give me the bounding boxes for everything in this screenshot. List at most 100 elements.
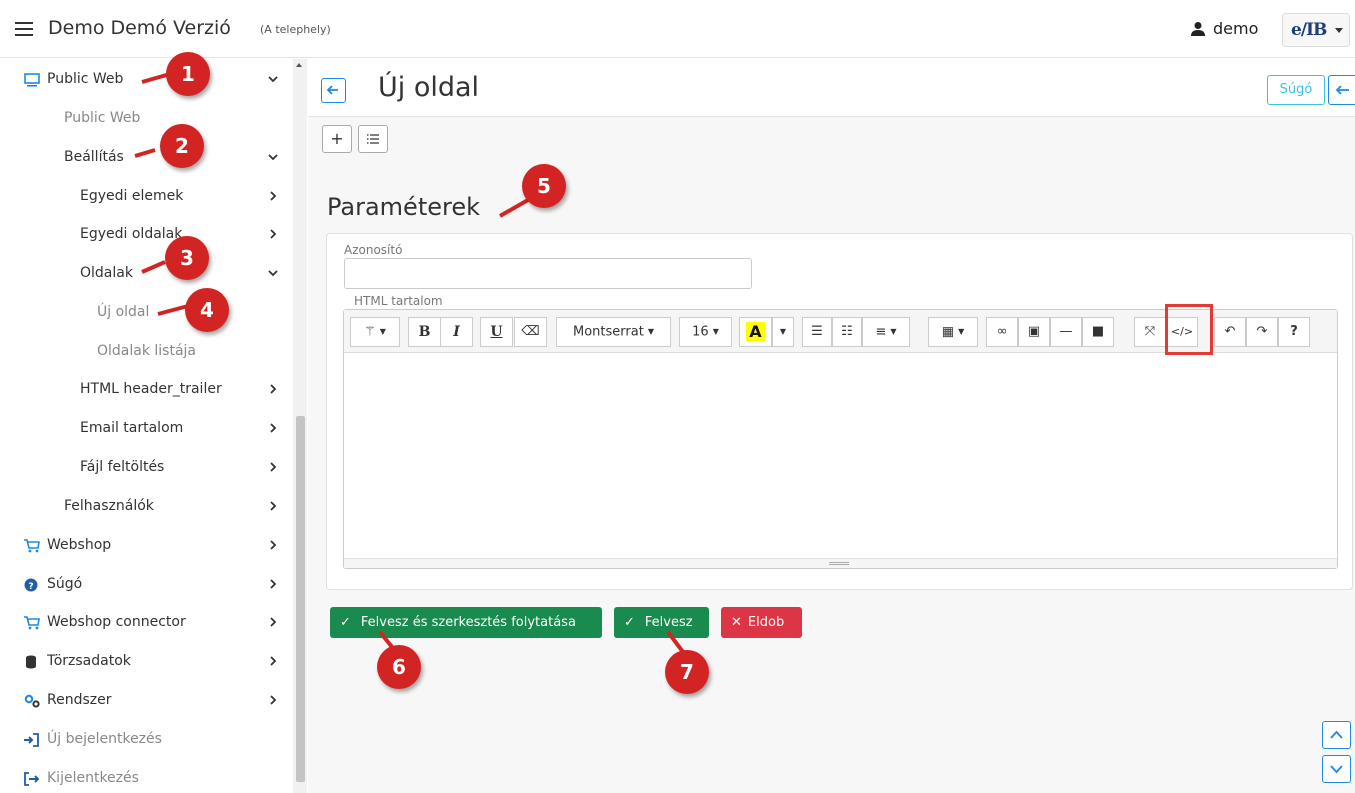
- back-button[interactable]: [321, 78, 346, 103]
- database-icon: [26, 655, 36, 669]
- sidebar-item-beallitas[interactable]: Beállítás: [0, 140, 290, 176]
- user-icon: [1191, 22, 1205, 36]
- sidebar-item-label: Webshop: [47, 537, 112, 553]
- sidebar-item-rendszer[interactable]: Rendszer: [0, 683, 290, 719]
- hamburger-menu-icon[interactable]: [15, 22, 33, 36]
- page-header: Új oldal Súgó: [308, 59, 1355, 117]
- check-icon: ✓: [624, 615, 635, 630]
- sidebar-item-public-web[interactable]: Public Web: [0, 62, 290, 98]
- annotation-marker-3: 3: [165, 236, 209, 280]
- sidebar-item-uj-bejelentkezes[interactable]: Új bejelentkezés: [0, 722, 290, 758]
- chevron-down-icon: [268, 154, 278, 161]
- add-new-button[interactable]: +: [322, 125, 352, 153]
- company-logo-dropdown[interactable]: e/IB: [1282, 13, 1350, 47]
- image-icon[interactable]: ▣: [1018, 317, 1050, 347]
- cart-icon: [24, 616, 40, 630]
- sidebar-item-label: Oldalak: [80, 265, 133, 281]
- arrow-left-icon: [1335, 85, 1349, 95]
- sidebar-item-label: Public Web: [64, 110, 141, 126]
- sidebar-item-label: Törzsadatok: [47, 653, 131, 669]
- underline-button[interactable]: U: [480, 317, 513, 347]
- sidebar-item-uj-oldal[interactable]: Új oldal: [0, 295, 290, 331]
- sidebar-item-label: Public Web: [47, 71, 124, 87]
- sidebar-item-label: Oldalak listája: [97, 343, 197, 359]
- save-button[interactable]: ✓ Felvesz: [614, 607, 709, 638]
- sidebar-scrollbar-thumb[interactable]: [296, 416, 305, 782]
- sidebar-item-html-header-trailer[interactable]: HTML header_trailer: [0, 372, 290, 408]
- redo-icon[interactable]: ↷: [1246, 317, 1278, 347]
- arrow-left-icon: [326, 85, 338, 95]
- sidebar-item-label: Felhasználók: [64, 498, 154, 514]
- id-input[interactable]: [344, 258, 752, 289]
- sidebar-item-fajl-feltoltes[interactable]: Fájl feltöltés: [0, 450, 290, 486]
- editor-resize-handle[interactable]: [344, 558, 1337, 568]
- help-button[interactable]: Súgó: [1267, 75, 1325, 105]
- help-icon[interactable]: ?: [1278, 317, 1310, 347]
- sidebar-item-felhasznalok[interactable]: Felhasználók: [0, 489, 290, 525]
- sidebar-item-oldalak-listaja[interactable]: Oldalak listája: [0, 334, 290, 370]
- sidebar-item-egyedi-elemek[interactable]: Egyedi elemek: [0, 179, 290, 215]
- sidebar-item-email-tartalom[interactable]: Email tartalom: [0, 411, 290, 447]
- chevron-up-icon: [1330, 730, 1343, 739]
- style-dropdown[interactable]: ⚚ ▼: [350, 317, 400, 347]
- scroll-to-bottom-button[interactable]: [1322, 755, 1351, 783]
- site-label: (A telephely): [260, 23, 331, 36]
- help-circle-icon: ?: [24, 578, 38, 592]
- bold-button[interactable]: B: [408, 317, 441, 347]
- scroll-up-arrow-icon[interactable]: [296, 63, 302, 67]
- undo-icon[interactable]: ↶: [1214, 317, 1246, 347]
- chevron-right-icon: [270, 191, 277, 201]
- sidebar-item-webshop[interactable]: Webshop: [0, 528, 290, 564]
- close-icon: ✕: [731, 615, 742, 630]
- monitor-icon: [24, 73, 40, 87]
- sidebar-item-label: Új oldal: [97, 304, 150, 320]
- fullscreen-icon[interactable]: ⤧: [1134, 317, 1166, 347]
- chevron-right-icon: [270, 579, 277, 589]
- chevron-right-icon: [270, 229, 277, 239]
- user-name[interactable]: demo: [1213, 19, 1258, 38]
- chevron-right-icon: [270, 384, 277, 394]
- sidebar-item-sugo[interactable]: ? Súgó: [0, 567, 290, 603]
- ordered-list-icon[interactable]: ☷: [832, 317, 862, 347]
- sidebar-item-kijelentkezes[interactable]: Kijelentkezés: [0, 761, 290, 793]
- sidebar-item-egyedi-oldalak[interactable]: Egyedi oldalak: [0, 217, 290, 253]
- chevron-right-icon: [270, 656, 277, 666]
- company-logo: e/IB: [1291, 20, 1327, 40]
- save-and-continue-button[interactable]: ✓ Felvesz és szerkesztés folytatása: [330, 607, 602, 638]
- link-icon[interactable]: ∞: [986, 317, 1018, 347]
- italic-button[interactable]: I: [440, 317, 473, 347]
- sidebar-item-label: Email tartalom: [80, 420, 184, 436]
- chevron-right-icon: [270, 540, 277, 550]
- unordered-list-icon[interactable]: ☰: [802, 317, 832, 347]
- discard-button[interactable]: ✕ Eldob: [721, 607, 802, 638]
- list-view-button[interactable]: [358, 125, 388, 153]
- annotation-marker-7: 7: [665, 650, 709, 694]
- color-caret-button[interactable]: ▼: [772, 317, 794, 347]
- font-family-value: Montserrat: [573, 324, 644, 340]
- sidebar-item-public-web-sub[interactable]: Public Web: [0, 101, 290, 137]
- scroll-to-top-button[interactable]: [1322, 721, 1351, 749]
- eraser-icon[interactable]: ⌫: [514, 317, 547, 347]
- chevron-down-icon: [268, 270, 278, 277]
- video-icon[interactable]: ■: [1082, 317, 1114, 347]
- caret-down-icon: [1335, 28, 1343, 33]
- font-size-dropdown[interactable]: 16 ▼: [679, 317, 732, 347]
- sidebar-item-webshop-connector[interactable]: Webshop connector: [0, 605, 290, 641]
- chevron-right-icon: [270, 423, 277, 433]
- sidebar-item-torzsadatok[interactable]: Törzsadatok: [0, 644, 290, 680]
- page-title: Új oldal: [378, 72, 480, 103]
- table-dropdown[interactable]: ▦ ▼: [928, 317, 978, 347]
- sidebar-item-oldalak[interactable]: Oldalak: [0, 256, 290, 292]
- editor-content-area[interactable]: [344, 354, 1337, 559]
- list-icon: [367, 134, 379, 144]
- horizontal-rule-icon[interactable]: —: [1050, 317, 1082, 347]
- save-and-continue-label: Felvesz és szerkesztés folytatása: [360, 615, 576, 630]
- svg-text:?: ?: [28, 582, 33, 592]
- back-button-secondary[interactable]: [1328, 75, 1355, 105]
- align-dropdown[interactable]: ≡ ▼: [862, 317, 910, 347]
- font-family-dropdown[interactable]: Montserrat ▼: [556, 317, 671, 347]
- parameters-panel: Azonosító HTML tartalom ⚚ ▼ B I U ⌫ Monts…: [326, 233, 1353, 590]
- text-color-button[interactable]: A: [739, 317, 772, 347]
- sidebar: Public Web Public Web Beállítás Egyedi e…: [0, 59, 307, 793]
- sidebar-item-label: Rendszer: [47, 692, 112, 708]
